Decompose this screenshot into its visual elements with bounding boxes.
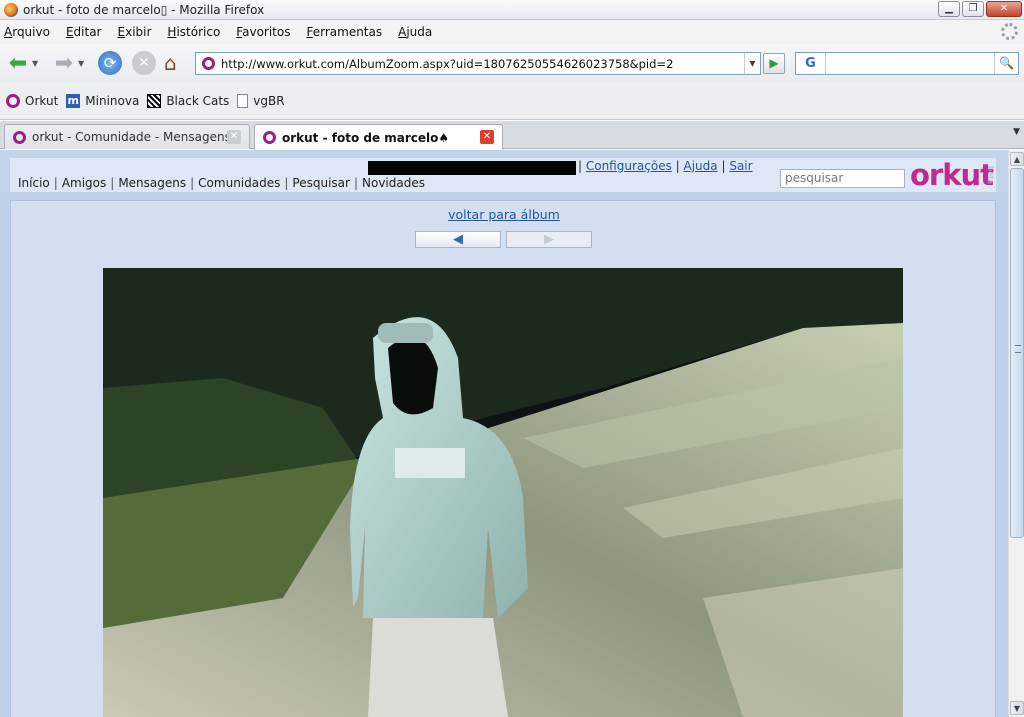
menu-exibir[interactable]: Exibir <box>118 25 152 39</box>
go-button[interactable]: ▶ <box>763 53 785 74</box>
beta-label: beta <box>986 166 995 185</box>
home-button[interactable]: ⌂ <box>164 51 177 75</box>
window-controls: ▁ ❐ ✕ <box>938 1 1022 17</box>
separator: | <box>353 176 358 190</box>
tab-foto-de-marcelo[interactable]: orkut - foto de marcelo♠ ✕ <box>254 124 503 150</box>
tab-bar: orkut - Comunidade - Mensagens ✕ orkut -… <box>0 121 1024 150</box>
scrollbar-thumb[interactable] <box>1010 168 1024 538</box>
firefox-icon <box>4 2 18 17</box>
menu-editar[interactable]: Editar <box>66 25 102 39</box>
orkut-logo[interactable]: orkut <box>910 158 994 192</box>
separator: | <box>190 176 195 190</box>
maximize-button[interactable]: ❐ <box>962 1 984 17</box>
next-photo-button[interactable]: ▶ <box>506 231 592 248</box>
mininova-icon: m <box>66 93 81 108</box>
search-engine-selector[interactable]: G <box>796 53 826 74</box>
stop-button[interactable]: ✕ <box>132 51 156 75</box>
menu-ajuda[interactable]: Ajuda <box>398 25 432 39</box>
orkut-site-icon <box>202 57 215 70</box>
bookmark-mininova[interactable]: m Mininova <box>66 93 140 108</box>
address-bar[interactable]: http://www.orkut.com/AlbumZoom.aspx?uid=… <box>195 52 761 75</box>
tab-comunidade-mensagens[interactable]: orkut - Comunidade - Mensagens ✕ <box>4 124 250 149</box>
redacted-user-name <box>368 161 576 175</box>
minimize-button[interactable]: ▁ <box>938 1 960 17</box>
forward-button[interactable]: ➡ <box>50 49 78 77</box>
throbber-icon <box>1001 23 1018 40</box>
separator: | <box>110 176 115 190</box>
orkut-search-input[interactable]: pesquisar <box>780 169 905 188</box>
tab-label: orkut - foto de marcelo♠ <box>282 130 450 145</box>
orkut-icon <box>13 130 26 144</box>
orkut-icon <box>6 93 20 108</box>
tab-list-dropdown[interactable]: ▼ <box>1013 127 1020 137</box>
window-title: orkut - foto de marcelo▯ - Mozilla Firef… <box>23 2 265 17</box>
menu-ferramentas[interactable]: Ferramentas <box>306 25 382 39</box>
nav-comunidades[interactable]: Comunidades <box>198 176 280 190</box>
back-history-dropdown[interactable]: ▼ <box>32 59 40 68</box>
bookmark-label: Black Cats <box>166 93 230 108</box>
separator: | <box>53 176 58 190</box>
title-bar: orkut - foto de marcelo▯ - Mozilla Firef… <box>0 0 1024 20</box>
menu-favoritos[interactable]: Favoritos <box>236 25 290 39</box>
bookmark-label: Orkut <box>25 93 59 108</box>
photo-image <box>103 268 903 717</box>
orkut-main-nav: Início | Amigos | Mensagens | Comunidades | Pesq… <box>18 176 425 190</box>
orkut-top-links: | Configurações | Ajuda | Sair <box>578 159 753 173</box>
nav-novidades[interactable]: Novidades <box>362 176 425 190</box>
nav-amigos[interactable]: Amigos <box>62 176 106 190</box>
scroll-down-arrow-icon[interactable]: ▼ <box>1010 701 1024 715</box>
black-cats-icon <box>147 93 162 108</box>
bookmark-label: Mininova <box>85 93 140 108</box>
bookmark-label: vgBR <box>253 93 285 108</box>
album-photo[interactable] <box>103 268 903 717</box>
bookmark-vgbr[interactable]: vgBR <box>237 93 285 108</box>
previous-photo-button[interactable]: ◀ <box>415 231 501 248</box>
close-window-button[interactable]: ✕ <box>986 1 1022 17</box>
bookmarks-toolbar: Orkut m Mininova Black Cats vgBR <box>0 82 1024 120</box>
nav-inicio[interactable]: Início <box>18 176 50 190</box>
reload-button[interactable]: ⟳ <box>98 51 122 75</box>
scroll-up-arrow-icon[interactable]: ▲ <box>1010 152 1024 166</box>
orkut-icon <box>263 131 276 144</box>
navigation-toolbar: ⬅ ▼ ➡ ▼ ⟳ ✕ ⌂ http://www.orkut.com/Album… <box>0 44 1024 82</box>
bookmark-orkut[interactable]: Orkut <box>6 93 59 108</box>
nav-mensagens[interactable]: Mensagens <box>118 176 186 190</box>
back-button[interactable]: ⬅ <box>4 49 32 77</box>
menu-arquivo[interactable]: Arquivo <box>4 25 50 39</box>
close-tab-icon[interactable]: ✕ <box>480 130 494 144</box>
web-search-box[interactable]: G 🔍 <box>795 52 1019 75</box>
link-ajuda[interactable]: Ajuda <box>684 159 718 173</box>
separator: | <box>578 159 586 173</box>
page-icon <box>237 93 249 108</box>
separator: | <box>284 176 289 190</box>
url-history-dropdown[interactable]: ▼ <box>744 53 760 74</box>
separator: | <box>675 159 684 173</box>
menu-bar: Arquivo Editar Exibir Histórico Favorito… <box>0 20 1024 44</box>
tab-label: orkut - Comunidade - Mensagens <box>32 130 231 144</box>
link-sair[interactable]: Sair <box>729 159 752 173</box>
url-input[interactable]: http://www.orkut.com/AlbumZoom.aspx?uid=… <box>221 57 744 71</box>
close-tab-icon[interactable]: ✕ <box>227 130 241 144</box>
web-search-input[interactable] <box>826 53 994 74</box>
bookmark-black-cats[interactable]: Black Cats <box>147 93 230 108</box>
forward-history-dropdown[interactable]: ▼ <box>78 59 86 68</box>
grip-icon <box>1015 345 1021 353</box>
menu-historico[interactable]: Histórico <box>167 25 220 39</box>
link-configuracoes[interactable]: Configurações <box>586 159 672 173</box>
page-scrollbar[interactable]: ▲ ▼ <box>1008 150 1024 717</box>
search-icon[interactable]: 🔍 <box>994 53 1018 74</box>
back-to-album-link[interactable]: voltar para álbum <box>11 207 997 222</box>
nav-pesquisar[interactable]: Pesquisar <box>292 176 350 190</box>
